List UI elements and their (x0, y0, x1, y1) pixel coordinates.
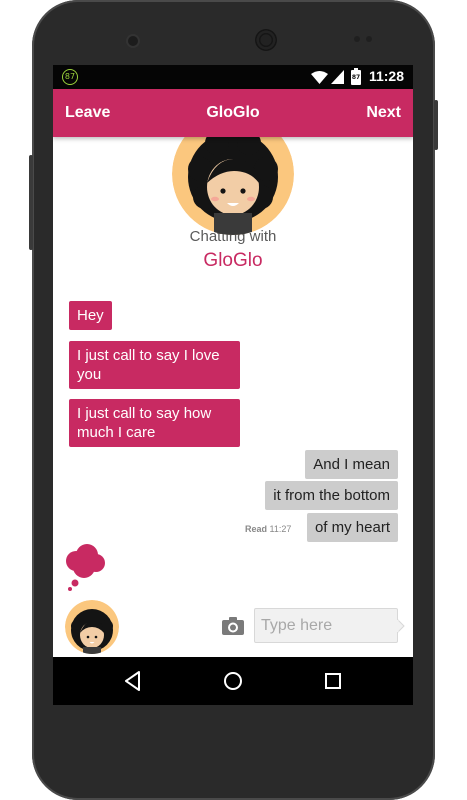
wifi-icon (311, 71, 328, 84)
incoming-message: I just call to say how much I care (69, 399, 240, 447)
screen: 87 87 11:28 Leave GloGlo Next Chatting w… (53, 65, 413, 705)
input-tail (397, 619, 405, 633)
incoming-message: I just call to say I love you (69, 341, 240, 389)
back-icon[interactable] (121, 669, 145, 693)
read-receipt-time: 11:27 (269, 524, 292, 534)
outgoing-message: of my heart (306, 513, 398, 542)
leave-button[interactable]: Leave (65, 104, 110, 122)
navigation-bar (53, 657, 413, 705)
camera-icon[interactable] (222, 617, 244, 635)
recents-icon[interactable] (321, 669, 345, 693)
incoming-message: Hey (69, 301, 112, 330)
outgoing-message: it from the bottom (265, 481, 398, 510)
app-bar: Leave GloGlo Next (53, 89, 413, 137)
volume-button (29, 155, 33, 250)
partner-name: GloGlo (203, 250, 263, 271)
status-clock: 11:28 (368, 68, 404, 84)
home-icon[interactable] (221, 669, 245, 693)
message-input[interactable] (254, 608, 398, 643)
light-sensor (366, 36, 372, 42)
status-bar: 87 87 11:28 (53, 65, 413, 89)
earpiece-speaker (255, 29, 277, 51)
front-camera (128, 36, 138, 46)
outgoing-message: And I mean (305, 450, 398, 479)
next-button[interactable]: Next (366, 104, 401, 122)
signal-icon (331, 70, 344, 84)
power-button (434, 100, 438, 150)
my-avatar (65, 600, 119, 654)
read-receipt: Read 11:27 (245, 524, 291, 534)
proximity-sensor (354, 36, 360, 42)
notification-counter-icon: 87 (62, 69, 78, 85)
typing-thought-bubble-icon (66, 544, 105, 591)
read-receipt-label: Read (245, 524, 268, 534)
battery-icon: 87 (351, 68, 361, 85)
